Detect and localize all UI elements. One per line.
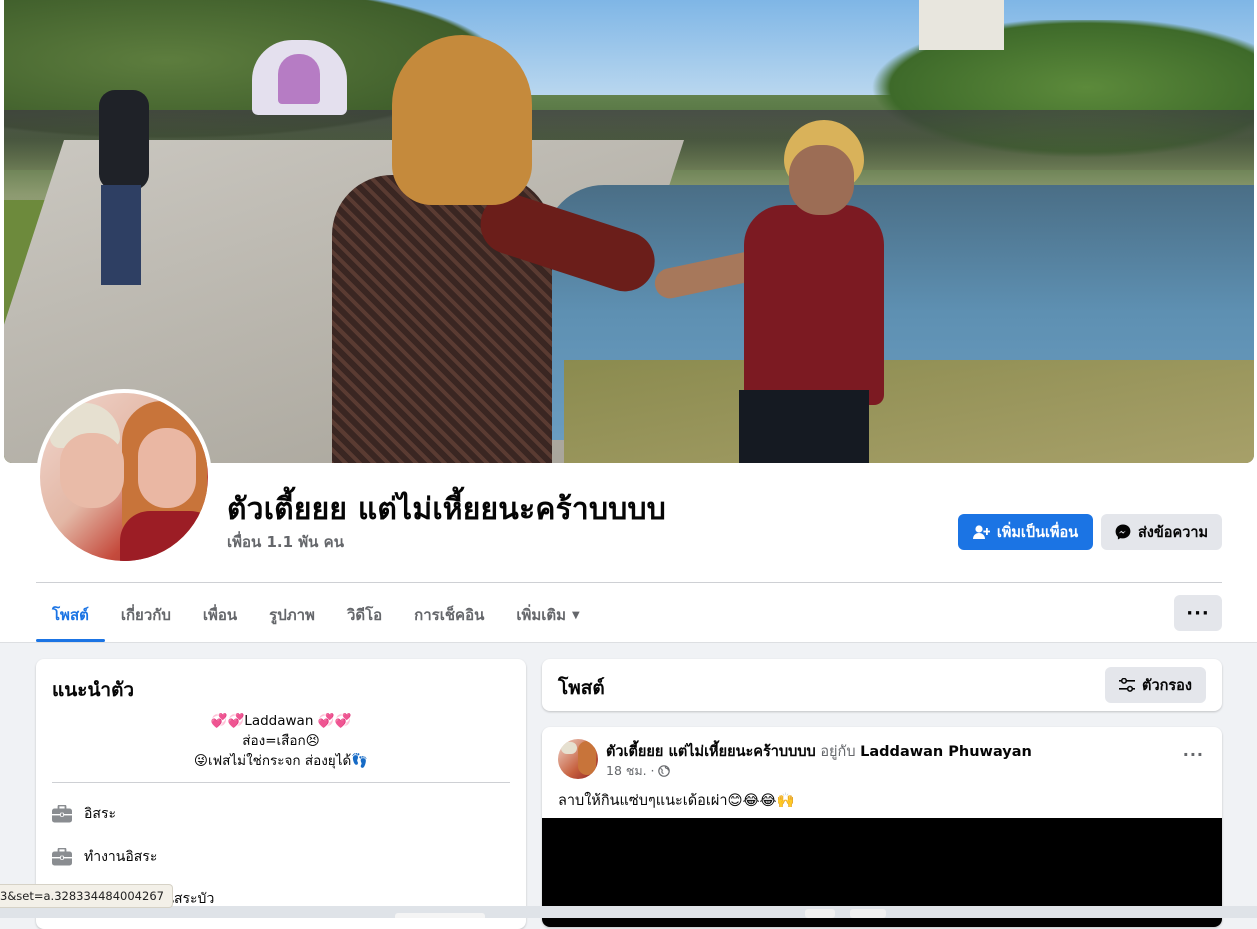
post-text: ลาบให้กินแซ่บๆแนะเด้อเผ่า😊😂😂🙌 [558, 793, 795, 809]
chevron-down-icon: ▼ [572, 609, 580, 621]
filter-button[interactable]: ตัวกรอง [1105, 667, 1206, 703]
tab-videos[interactable]: วิดีโอ [331, 588, 398, 642]
tab-label: รูปภาพ [269, 606, 315, 624]
taskbar [0, 906, 1257, 918]
bio-line: 😜เฟสไม่ใช่กระจก ส่องยุได้👣 [193, 753, 369, 769]
profile-more-button[interactable]: ··· [1174, 595, 1222, 631]
cover-building [919, 0, 1004, 50]
send-message-label: ส่งข้อความ [1137, 524, 1209, 541]
intro-info-text: ทำงานอิสระ [84, 849, 158, 865]
status-bar-url: 3&set=a.328334484004267 [0, 884, 173, 908]
tab-more[interactable]: เพิ่มเติม ▼ [500, 588, 595, 642]
tab-label: โพสต์ [52, 606, 89, 624]
profile-tabs: โพสต์ เกี่ยวกับ เพื่อน รูปภาพ วิดีโอ การ… [36, 588, 596, 642]
send-message-button[interactable]: ส่งข้อความ [1101, 514, 1222, 550]
post-options-button[interactable]: ··· [1183, 745, 1204, 764]
briefcase-icon [52, 848, 72, 866]
messenger-icon [1115, 524, 1131, 540]
tab-label: เกี่ยวกับ [120, 606, 171, 624]
add-friend-icon [972, 524, 990, 540]
intro-title: แนะนำตัว [52, 679, 135, 701]
add-friend-label: เพิ่มเป็นเพื่อน [996, 524, 1079, 541]
cover-photo[interactable] [4, 0, 1254, 463]
globe-icon [657, 765, 670, 777]
post-author-line: ตัวเตี้ยยย แต่ไม่เหี้ยยนะคร้าบบบบ อยู่กั… [606, 740, 1032, 763]
post-card: ตัวเตี้ยยย แต่ไม่เหี้ยยนะคร้าบบบบ อยู่กั… [542, 727, 1222, 927]
bio-line: 💞💞Laddawan 💞💞 [210, 713, 352, 729]
intro-bio: 💞💞Laddawan 💞💞 ส่อง=เสือก😣 😜เฟสไม่ใช่กระจ… [36, 711, 526, 771]
posts-title: โพสต์ [558, 677, 605, 699]
intro-info-text: อิสระ [84, 806, 116, 822]
taskbar-item[interactable] [850, 909, 886, 918]
intro-divider [52, 782, 510, 783]
add-friend-button[interactable]: เพิ่มเป็นเพื่อน [958, 514, 1093, 550]
briefcase-icon [52, 805, 72, 823]
intro-info-work: อิสระ [52, 803, 116, 825]
taskbar-item[interactable] [805, 909, 835, 918]
tab-label: การเช็คอิน [414, 606, 485, 624]
cover-person-left [322, 35, 663, 463]
post-with-text: อยู่กับ [820, 744, 856, 760]
tab-label: เพิ่มเติม [516, 606, 567, 624]
cover-shore [564, 360, 1254, 463]
tab-friends[interactable]: เพื่อน [187, 588, 253, 642]
cover-photographer [89, 70, 179, 290]
cover-person-right [652, 120, 894, 463]
intro-info-job: ทำงานอิสระ [52, 846, 157, 868]
post-meta: 18 ชม. · [606, 761, 670, 781]
post-author-avatar[interactable] [558, 739, 598, 779]
tab-about[interactable]: เกี่ยวกับ [105, 588, 187, 642]
profile-avatar-image [40, 393, 208, 561]
bio-line: ส่อง=เสือก😣 [242, 733, 320, 749]
tab-posts[interactable]: โพสต์ [36, 588, 105, 642]
post-timestamp[interactable]: 18 ชม. · [606, 761, 655, 781]
profile-name: ตัวเตี้ยยย แต่ไม่เหี้ยยนะคร้าบบบบ [227, 492, 666, 527]
tabs-bottom-border [0, 642, 1257, 643]
taskbar-item[interactable] [395, 913, 485, 918]
tab-label: วิดีโอ [346, 606, 383, 624]
post-author-name[interactable]: ตัวเตี้ยยย แต่ไม่เหี้ยยนะคร้าบบบบ [606, 744, 816, 760]
tab-check-ins[interactable]: การเช็คอิน [398, 588, 500, 642]
friends-count[interactable]: เพื่อน 1.1 พัน คน [227, 530, 344, 554]
filter-icon [1119, 678, 1136, 692]
header-divider [36, 582, 1222, 583]
tab-label: เพื่อน [202, 606, 238, 624]
post-tagged-person[interactable]: Laddawan Phuwayan [860, 744, 1032, 760]
filter-label: ตัวกรอง [1142, 677, 1192, 694]
posts-header-card: โพสต์ ตัวกรอง [542, 659, 1222, 711]
tab-photos[interactable]: รูปภาพ [253, 588, 331, 642]
profile-avatar[interactable] [36, 389, 212, 565]
